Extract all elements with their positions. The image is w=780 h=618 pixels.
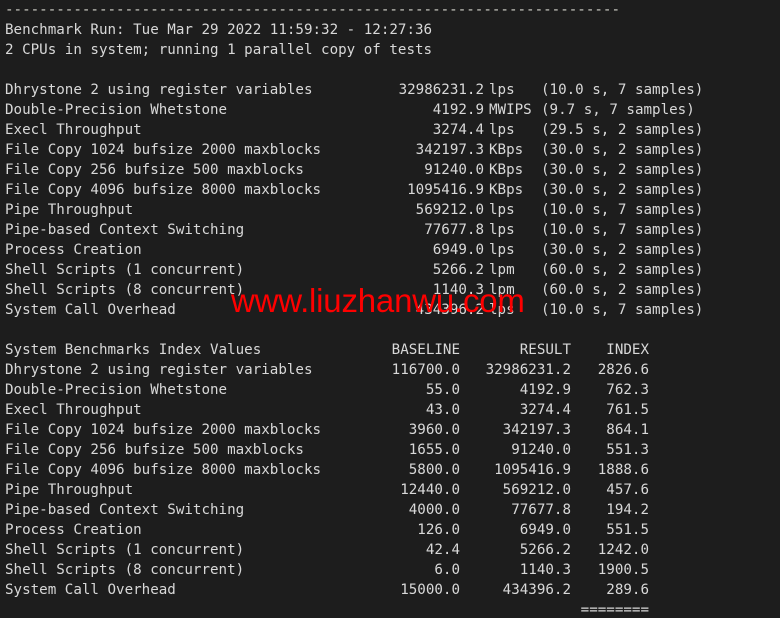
- column-header-index: INDEX: [606, 342, 649, 358]
- result-row: File Copy 4096 bufsize 8000 maxblocks 10…: [5, 180, 780, 200]
- index-row-index: 551.3: [606, 442, 649, 458]
- result-unit: lps: [489, 202, 515, 218]
- result-unit: lps: [489, 82, 515, 98]
- result-unit: lpm: [489, 282, 515, 298]
- result-value: 3274.4: [432, 122, 484, 138]
- result-unit: KBps: [489, 162, 524, 178]
- index-row: Process Creation 126.0 6949.0 551.5: [5, 520, 780, 540]
- index-row: Double-Precision Whetstone 55.0 4192.9 7…: [5, 380, 780, 400]
- result-value: 5266.2: [432, 262, 484, 278]
- result-value: 434396.2: [415, 302, 484, 318]
- index-table-header: System Benchmarks Index Values BASELINE …: [5, 340, 780, 360]
- index-row: Shell Scripts (8 concurrent) 6.0 1140.3 …: [5, 560, 780, 580]
- result-samples: (30.0 s, 2 samples): [541, 162, 704, 178]
- index-row: Shell Scripts (1 concurrent) 42.4 5266.2…: [5, 540, 780, 560]
- result-value: 6949.0: [432, 242, 484, 258]
- result-row: Shell Scripts (8 concurrent) 1140.3 lpm …: [5, 280, 780, 300]
- result-row: Process Creation 6949.0 lps (30.0 s, 2 s…: [5, 240, 780, 260]
- index-row-index: 2826.6: [597, 362, 649, 378]
- index-row: Execl Throughput 43.0 3274.4 761.5: [5, 400, 780, 420]
- index-row-index: 457.6: [606, 482, 649, 498]
- result-row: File Copy 256 bufsize 500 maxblocks 9124…: [5, 160, 780, 180]
- result-samples: (10.0 s, 7 samples): [541, 222, 704, 238]
- cpu-info-line: 2 CPUs in system; running 1 parallel cop…: [5, 42, 433, 58]
- result-value: 4192.9: [432, 102, 484, 118]
- result-row: File Copy 1024 bufsize 2000 maxblocks 34…: [5, 140, 780, 160]
- result-row: Shell Scripts (1 concurrent) 5266.2 lpm …: [5, 260, 780, 280]
- result-value: 342197.3: [415, 142, 484, 158]
- result-row: Double-Precision Whetstone 4192.9 MWIPS …: [5, 100, 780, 120]
- index-row-index: 864.1: [606, 422, 649, 438]
- index-row-index: 1900.5: [597, 562, 649, 578]
- result-row: Pipe-based Context Switching 77677.8 lps…: [5, 220, 780, 240]
- result-samples: (10.0 s, 7 samples): [541, 82, 704, 98]
- result-samples: (60.0 s, 2 samples): [541, 282, 704, 298]
- result-value: 91240.0: [424, 162, 484, 178]
- index-row: Pipe Throughput 12440.0 569212.0 457.6: [5, 480, 780, 500]
- horizontal-rule-top: ----------------------------------------…: [5, 2, 620, 18]
- index-row-index: 761.5: [606, 402, 649, 418]
- result-value: 1140.3: [432, 282, 484, 298]
- result-samples: (60.0 s, 2 samples): [541, 262, 704, 278]
- result-unit: MWIPS: [489, 102, 532, 118]
- result-unit: KBps: [489, 142, 524, 158]
- result-samples: (30.0 s, 2 samples): [541, 182, 704, 198]
- result-samples: (10.0 s, 7 samples): [541, 202, 704, 218]
- index-row: File Copy 256 bufsize 500 maxblocks 1655…: [5, 440, 780, 460]
- index-row: Pipe-based Context Switching 4000.0 7767…: [5, 500, 780, 520]
- score-separator-text: ========: [580, 602, 649, 618]
- result-unit: lps: [489, 302, 515, 318]
- index-row-index: 194.2: [606, 502, 649, 518]
- result-value: 77677.8: [424, 222, 484, 238]
- index-row-index: 1242.0: [597, 542, 649, 558]
- index-row-index: 289.6: [606, 582, 649, 598]
- index-row-index: 1888.6: [597, 462, 649, 478]
- result-row: Pipe Throughput 569212.0 lps (10.0 s, 7 …: [5, 200, 780, 220]
- result-row: Dhrystone 2 using register variables 329…: [5, 80, 780, 100]
- result-unit: KBps: [489, 182, 524, 198]
- result-samples: (30.0 s, 2 samples): [541, 142, 704, 158]
- score-separator: ========: [5, 600, 780, 618]
- result-value: 1095416.9: [407, 182, 484, 198]
- terminal-window: ----------------------------------------…: [0, 0, 780, 618]
- index-row-index: 762.3: [606, 382, 649, 398]
- index-row: Dhrystone 2 using register variables 116…: [5, 360, 780, 380]
- result-unit: lps: [489, 122, 515, 138]
- result-samples: (30.0 s, 2 samples): [541, 242, 704, 258]
- index-row: File Copy 4096 bufsize 8000 maxblocks 58…: [5, 460, 780, 480]
- result-samples: (29.5 s, 2 samples): [541, 122, 704, 138]
- result-row: Execl Throughput 3274.4 lps (29.5 s, 2 s…: [5, 120, 780, 140]
- result-row: System Call Overhead 434396.2 lps (10.0 …: [5, 300, 780, 320]
- result-samples: (10.0 s, 7 samples): [541, 302, 704, 318]
- benchmark-run-line: Benchmark Run: Tue Mar 29 2022 11:59:32 …: [5, 22, 433, 38]
- result-unit: lps: [489, 222, 515, 238]
- result-unit: lpm: [489, 262, 515, 278]
- index-row-index: 551.5: [606, 522, 649, 538]
- result-unit: lps: [489, 242, 515, 258]
- terminal-output: ----------------------------------------…: [5, 0, 780, 618]
- index-row: File Copy 1024 bufsize 2000 maxblocks 39…: [5, 420, 780, 440]
- result-value: 569212.0: [415, 202, 484, 218]
- result-samples: (9.7 s, 7 samples): [541, 102, 695, 118]
- index-row: System Call Overhead 15000.0 434396.2 28…: [5, 580, 780, 600]
- result-value: 32986231.2: [398, 82, 484, 98]
